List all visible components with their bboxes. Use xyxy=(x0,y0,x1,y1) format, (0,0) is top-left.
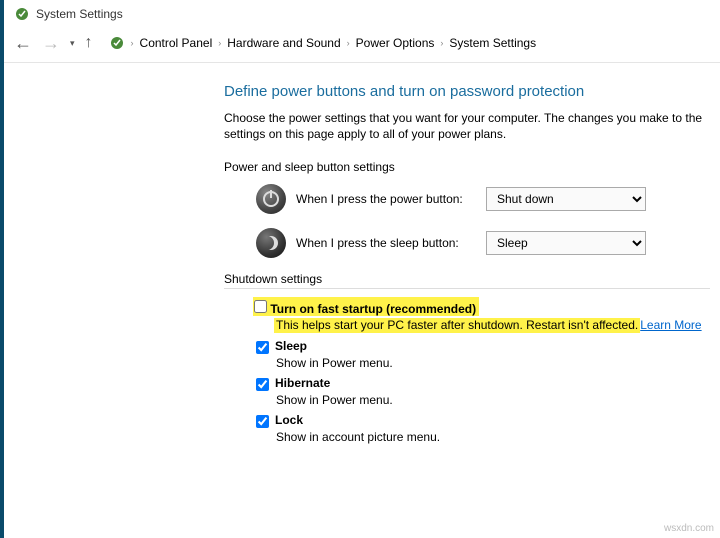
learn-more-link[interactable]: Learn More xyxy=(640,318,701,332)
crumb-system-settings[interactable]: System Settings xyxy=(449,36,536,50)
crumb-power-options[interactable]: Power Options xyxy=(356,36,435,50)
sleep-label: Sleep xyxy=(275,339,307,353)
titlebar: System Settings xyxy=(4,0,720,28)
power-button-row: When I press the power button: Shut down xyxy=(256,184,710,214)
shutdown-section: Shutdown settings Turn on fast startup (… xyxy=(224,272,710,444)
forward-button[interactable]: → xyxy=(42,33,60,54)
sleep-button-select[interactable]: Sleep xyxy=(486,231,646,255)
power-button-label: When I press the power button: xyxy=(296,192,476,206)
sleep-button-label: When I press the sleep button: xyxy=(296,236,476,250)
sleep-button-row: When I press the sleep button: Sleep xyxy=(256,228,710,258)
power-options-icon xyxy=(109,35,125,51)
fast-startup-sub: This helps start your PC faster after sh… xyxy=(276,318,710,333)
hibernate-checkbox[interactable] xyxy=(256,378,269,391)
page-heading: Define power buttons and turn on passwor… xyxy=(224,83,710,100)
watermark: wsxdn.com xyxy=(664,523,714,534)
shutdown-heading: Shutdown settings xyxy=(224,272,710,289)
hibernate-label: Hibernate xyxy=(275,376,330,390)
fast-startup-row: Turn on fast startup (recommended) xyxy=(256,297,710,316)
power-button-select[interactable]: Shut down xyxy=(486,187,646,211)
chevron-right-icon: › xyxy=(347,38,350,48)
fast-startup-checkbox[interactable] xyxy=(254,300,267,313)
breadcrumb: › Control Panel › Hardware and Sound › P… xyxy=(103,32,543,54)
sleep-icon xyxy=(256,228,286,258)
nav-up-button[interactable]: ↑ xyxy=(85,34,93,52)
nav-bar: ← → ▾ ↑ › Control Panel › Hardware and S… xyxy=(4,28,720,63)
sleep-sub: Show in Power menu. xyxy=(276,356,710,370)
chevron-right-icon: › xyxy=(440,38,443,48)
chevron-right-icon: › xyxy=(131,38,134,48)
lock-sub: Show in account picture menu. xyxy=(276,430,710,444)
lock-checkbox[interactable] xyxy=(256,415,269,428)
power-options-icon xyxy=(14,6,30,22)
sleep-checkbox[interactable] xyxy=(256,341,269,354)
sleep-row: Sleep xyxy=(256,339,710,354)
power-icon xyxy=(256,184,286,214)
history-dropdown[interactable]: ▾ xyxy=(70,38,75,49)
page-description: Choose the power settings that you want … xyxy=(224,110,710,142)
back-button[interactable]: ← xyxy=(14,33,32,54)
hibernate-sub: Show in Power menu. xyxy=(276,393,710,407)
crumb-hardware-sound[interactable]: Hardware and Sound xyxy=(227,36,340,50)
chevron-right-icon: › xyxy=(218,38,221,48)
lock-row: Lock xyxy=(256,413,710,428)
fast-startup-label: Turn on fast startup (recommended) xyxy=(270,302,476,316)
hibernate-row: Hibernate xyxy=(256,376,710,391)
main-window: System Settings ← → ▾ ↑ › Control Panel … xyxy=(4,0,720,538)
content-area: Define power buttons and turn on passwor… xyxy=(4,63,720,538)
button-section-heading: Power and sleep button settings xyxy=(224,160,710,174)
window-title: System Settings xyxy=(36,7,123,21)
crumb-control-panel[interactable]: Control Panel xyxy=(140,36,213,50)
lock-label: Lock xyxy=(275,413,303,427)
